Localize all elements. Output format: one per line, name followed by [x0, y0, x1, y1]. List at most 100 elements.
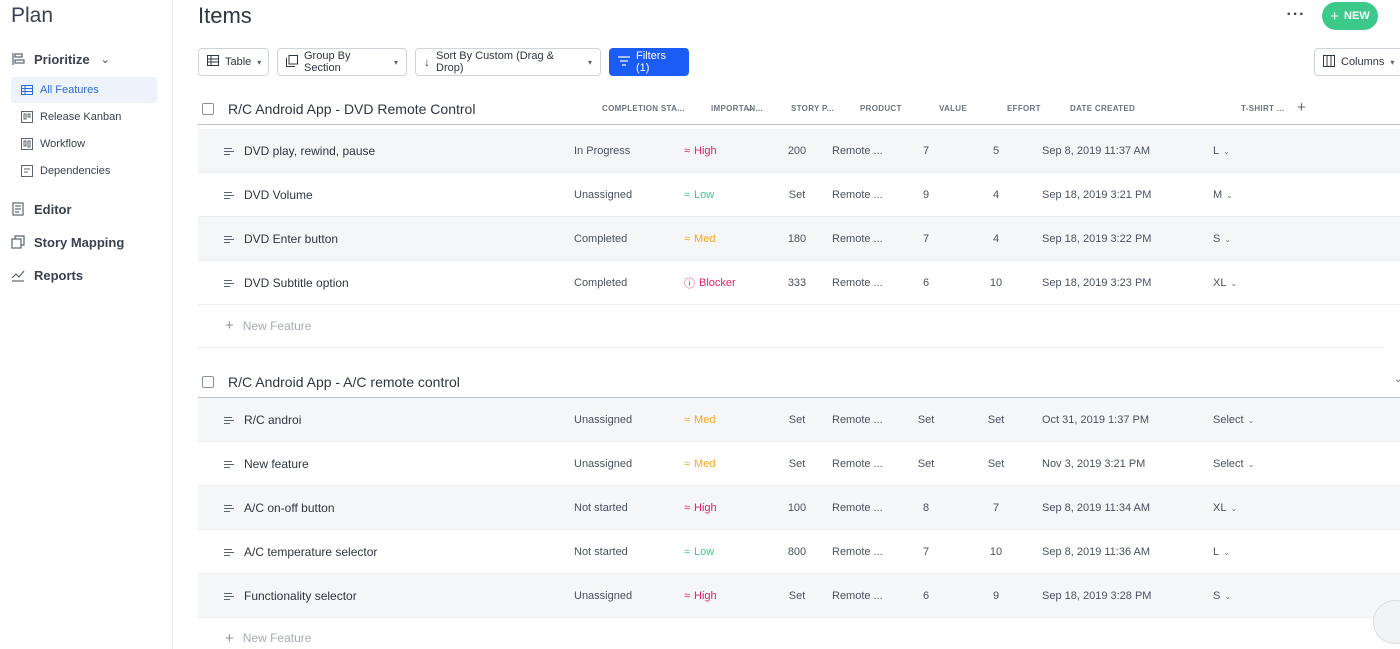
story-points-cell[interactable]: Set: [777, 574, 817, 618]
importance-cell[interactable]: ≈ Med: [684, 217, 715, 261]
tshirt-size-dropdown[interactable]: M ⌄: [1213, 173, 1233, 217]
product-cell[interactable]: Remote ...: [832, 442, 883, 486]
drag-handle-icon[interactable]: [224, 548, 234, 556]
importance-cell[interactable]: ≈ High: [684, 129, 717, 173]
table-row[interactable]: DVD Volume Unassigned ≈ Low Set Remote .…: [198, 173, 1400, 217]
drag-handle-icon[interactable]: [224, 191, 234, 199]
effort-cell[interactable]: Set: [986, 442, 1006, 486]
sidebar-subitem-release-kanban[interactable]: Release Kanban: [11, 104, 157, 130]
column-header-importance[interactable]: IMPORTAN...: [711, 104, 763, 113]
tshirt-size-dropdown[interactable]: S ⌄: [1213, 217, 1231, 261]
drag-handle-icon[interactable]: [224, 592, 234, 600]
importance-cell[interactable]: ≈ High: [684, 574, 717, 618]
table-view-dropdown[interactable]: Table ▾: [198, 48, 269, 76]
new-item-button[interactable]: + NEW: [1322, 2, 1378, 30]
drag-handle-icon[interactable]: [224, 504, 234, 512]
story-points-cell[interactable]: 100: [777, 486, 817, 530]
tshirt-size-dropdown[interactable]: XL ⌄: [1213, 486, 1237, 530]
drag-handle-icon[interactable]: [224, 279, 234, 287]
column-header-tshirt[interactable]: T-SHIRT ...: [1241, 104, 1284, 113]
table-row[interactable]: DVD Subtitle option Completed ⓘ Blocker …: [198, 261, 1400, 305]
effort-cell[interactable]: 10: [986, 530, 1006, 574]
drag-handle-icon[interactable]: [224, 235, 234, 243]
product-cell[interactable]: Remote ...: [832, 486, 883, 530]
effort-cell[interactable]: 5: [986, 129, 1006, 173]
product-cell[interactable]: Remote ...: [832, 398, 883, 442]
importance-cell[interactable]: ≈ Low: [684, 530, 714, 574]
effort-cell[interactable]: 9: [986, 574, 1006, 618]
feature-name-cell[interactable]: Functionality selector: [224, 574, 357, 618]
effort-cell[interactable]: Set: [986, 398, 1006, 442]
importance-cell[interactable]: ≈ Med: [684, 442, 715, 486]
feature-name-cell[interactable]: DVD Enter button: [224, 217, 338, 261]
feature-name-cell[interactable]: New feature: [224, 442, 309, 486]
story-points-cell[interactable]: Set: [777, 398, 817, 442]
value-cell[interactable]: 7: [916, 530, 936, 574]
product-cell[interactable]: Remote ...: [832, 173, 883, 217]
add-column-icon[interactable]: +: [1297, 99, 1306, 116]
completion-status-cell[interactable]: Unassigned: [574, 574, 632, 618]
new-feature-row[interactable]: + New Feature: [198, 616, 1384, 649]
column-header-value[interactable]: VALUE: [939, 104, 967, 113]
completion-status-cell[interactable]: Completed: [574, 217, 627, 261]
importance-cell[interactable]: ≈ Low: [684, 173, 714, 217]
story-points-cell[interactable]: 200: [777, 129, 817, 173]
feature-name-cell[interactable]: DVD Volume: [224, 173, 313, 217]
story-points-cell[interactable]: 180: [777, 217, 817, 261]
value-cell[interactable]: Set: [916, 398, 936, 442]
sidebar-item-prioritize[interactable]: Prioritize ⌄: [11, 48, 110, 70]
tshirt-size-dropdown[interactable]: Select ⌄: [1213, 442, 1254, 486]
table-row[interactable]: DVD play, rewind, pause In Progress ≈ Hi…: [198, 129, 1400, 173]
table-row[interactable]: Functionality selector Unassigned ≈ High…: [198, 574, 1400, 618]
feature-name-cell[interactable]: DVD Subtitle option: [224, 261, 349, 305]
tshirt-size-dropdown[interactable]: Select ⌄: [1213, 398, 1254, 442]
value-cell[interactable]: 7: [916, 217, 936, 261]
story-points-cell[interactable]: 333: [777, 261, 817, 305]
table-row[interactable]: New feature Unassigned ≈ Med Set Remote …: [198, 442, 1400, 486]
value-cell[interactable]: 8: [916, 486, 936, 530]
table-row[interactable]: DVD Enter button Completed ≈ Med 180 Rem…: [198, 217, 1400, 261]
columns-dropdown[interactable]: Columns ▾: [1314, 48, 1400, 76]
product-cell[interactable]: Remote ...: [832, 530, 883, 574]
drag-handle-icon[interactable]: [224, 147, 234, 155]
feature-name-cell[interactable]: A/C on-off button: [224, 486, 335, 530]
importance-cell[interactable]: ⓘ Blocker: [684, 261, 736, 305]
value-cell[interactable]: 9: [916, 173, 936, 217]
story-points-cell[interactable]: Set: [777, 442, 817, 486]
sidebar-item-editor[interactable]: Editor: [11, 198, 72, 220]
value-cell[interactable]: 6: [916, 574, 936, 618]
product-cell[interactable]: Remote ...: [832, 261, 883, 305]
importance-cell[interactable]: ≈ Med: [684, 398, 715, 442]
sidebar-subitem-workflow[interactable]: Workflow: [11, 131, 157, 157]
effort-cell[interactable]: 4: [986, 217, 1006, 261]
effort-cell[interactable]: 4: [986, 173, 1006, 217]
group-by-dropdown[interactable]: Group By Section ▾: [277, 48, 407, 76]
column-header-completion[interactable]: COMPLETION STA...: [602, 104, 685, 113]
value-cell[interactable]: 6: [916, 261, 936, 305]
tshirt-size-dropdown[interactable]: L ⌄: [1213, 530, 1230, 574]
column-header-effort[interactable]: EFFORT: [1007, 104, 1041, 113]
sidebar-subitem-all-features[interactable]: All Features: [11, 77, 157, 103]
value-cell[interactable]: 7: [916, 129, 936, 173]
feature-name-cell[interactable]: A/C temperature selector: [224, 530, 377, 574]
chevron-down-icon[interactable]: ⌄: [1394, 374, 1400, 385]
tshirt-size-dropdown[interactable]: XL ⌄: [1213, 261, 1237, 305]
column-header-date-created[interactable]: DATE CREATED: [1070, 104, 1135, 113]
feature-name-cell[interactable]: DVD play, rewind, pause: [224, 129, 375, 173]
completion-status-cell[interactable]: Not started: [574, 530, 628, 574]
completion-status-cell[interactable]: Unassigned: [574, 398, 632, 442]
column-header-product[interactable]: PRODUCT: [860, 104, 902, 113]
sidebar-item-story-mapping[interactable]: Story Mapping: [11, 231, 124, 253]
product-cell[interactable]: Remote ...: [832, 217, 883, 261]
feature-name-cell[interactable]: R/C androi: [224, 398, 301, 442]
completion-status-cell[interactable]: Unassigned: [574, 173, 632, 217]
new-feature-row[interactable]: + New Feature: [198, 304, 1384, 348]
sidebar-subitem-dependencies[interactable]: Dependencies: [11, 158, 157, 184]
sidebar-item-reports[interactable]: Reports: [11, 264, 83, 286]
importance-cell[interactable]: ≈ High: [684, 486, 717, 530]
section-checkbox[interactable]: [202, 375, 214, 388]
effort-cell[interactable]: 7: [986, 486, 1006, 530]
product-cell[interactable]: Remote ...: [832, 574, 883, 618]
completion-status-cell[interactable]: Not started: [574, 486, 628, 530]
tshirt-size-dropdown[interactable]: S ⌄: [1213, 574, 1231, 618]
